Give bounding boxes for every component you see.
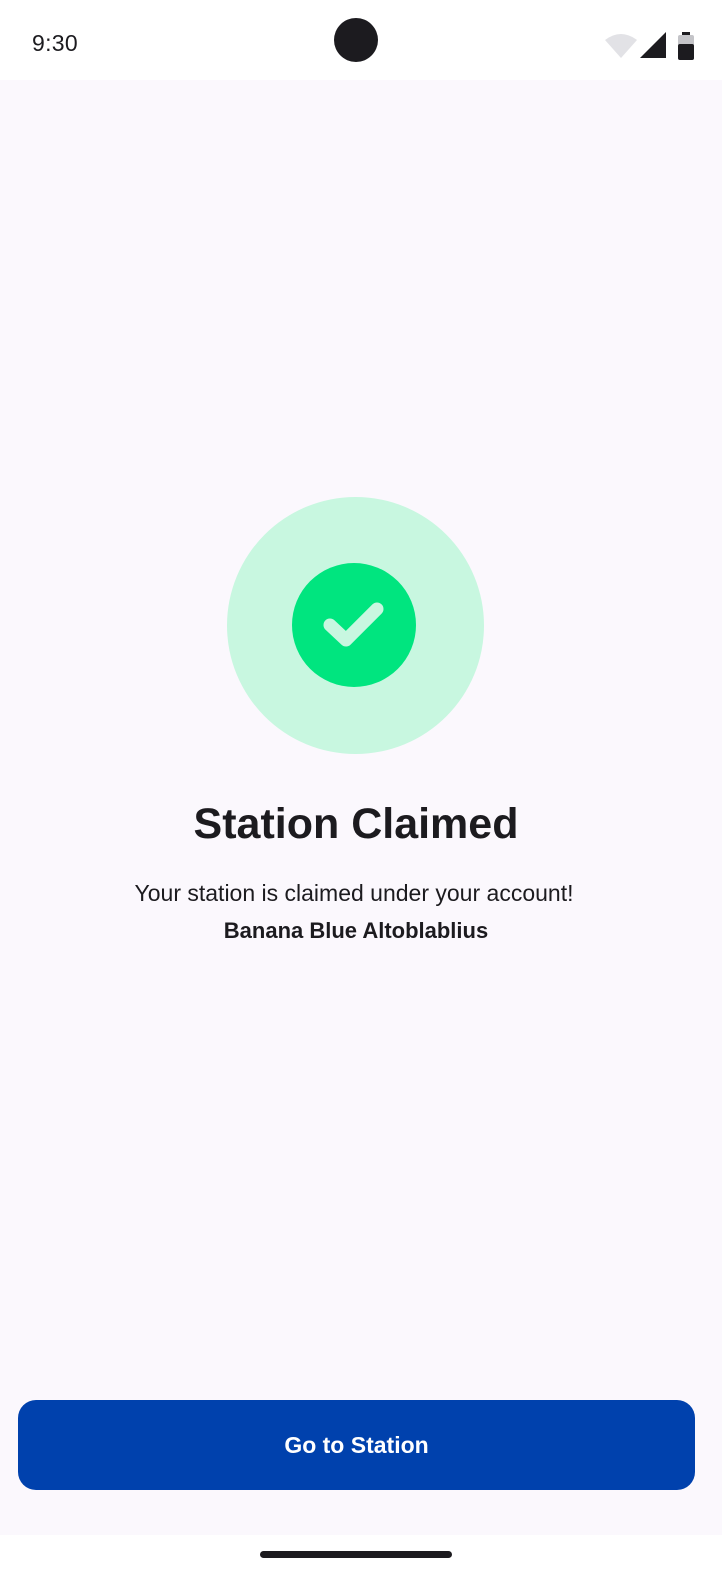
page-title: Station Claimed (193, 800, 519, 848)
status-bar: 9:30 (0, 0, 722, 80)
battery-icon (678, 32, 694, 60)
wifi-icon (605, 34, 637, 58)
success-badge (227, 497, 484, 754)
status-time: 9:30 (32, 30, 78, 56)
success-message: Your station is claimed under your accou… (134, 880, 574, 906)
home-indicator[interactable] (260, 1551, 452, 1558)
go-to-station-button-label: Go to Station (284, 1431, 429, 1458)
go-to-station-button[interactable]: Go to Station (18, 1400, 695, 1490)
camera-cutout (334, 18, 378, 62)
success-circle (292, 563, 416, 687)
station-name: Banana Blue Altoblablius (223, 918, 489, 943)
check-circle-icon (323, 602, 384, 647)
signal-icon (640, 32, 666, 58)
